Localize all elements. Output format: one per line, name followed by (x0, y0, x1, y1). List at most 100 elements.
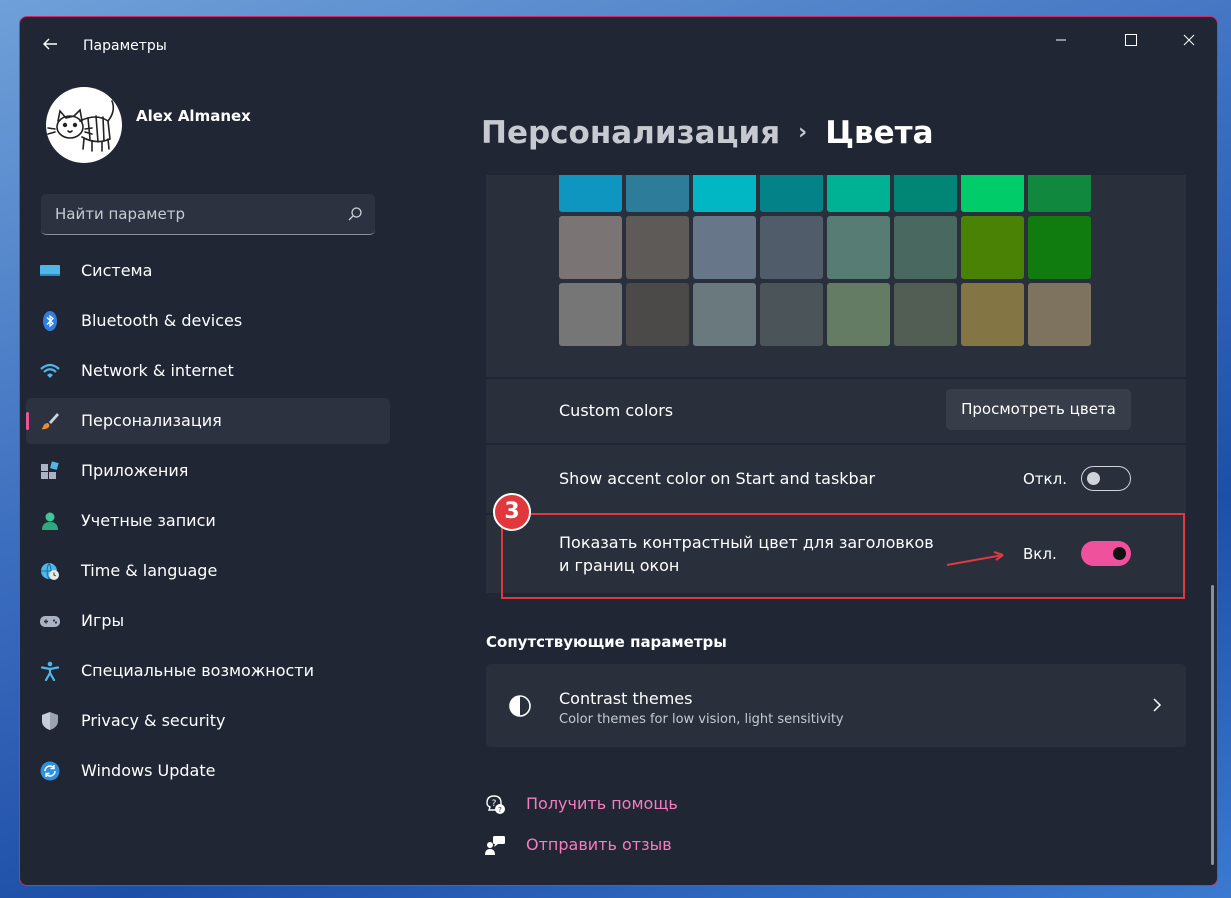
minimize-icon (1056, 39, 1066, 41)
accent-start-toggle[interactable] (1081, 466, 1131, 491)
accent-color-grid (559, 175, 1091, 346)
custom-colors-label: Custom colors (559, 401, 674, 420)
chevron-right-icon (1153, 698, 1162, 712)
color-swatch[interactable] (760, 175, 823, 212)
sidebar-item-label: Специальные возможности (81, 661, 315, 680)
sidebar-item-label: Time & language (81, 561, 218, 580)
toggle-knob (1087, 472, 1100, 485)
color-swatch[interactable] (559, 283, 622, 346)
custom-colors-row: Custom colors Просмотреть цвета (486, 379, 1186, 443)
color-swatch[interactable] (626, 283, 689, 346)
toggle-state-text: Откл. (1023, 470, 1067, 488)
sidebar-item-windows-update[interactable]: Windows Update (26, 748, 390, 794)
breadcrumb-separator: › (798, 120, 808, 145)
sidebar-item-accessibility[interactable]: Специальные возможности (26, 648, 390, 694)
globe-clock-icon (41, 562, 59, 580)
color-swatch[interactable] (559, 216, 622, 279)
update-icon (40, 761, 60, 781)
view-colors-button[interactable]: Просмотреть цвета (946, 389, 1131, 430)
color-swatch[interactable] (1028, 283, 1091, 346)
annotation-step-badge: 3 (493, 493, 531, 531)
sidebar-item-label: Учетные записи (81, 511, 216, 530)
gamepad-icon (40, 616, 60, 627)
color-swatch[interactable] (827, 175, 890, 212)
color-swatch[interactable] (827, 216, 890, 279)
accent-start-taskbar-label: Show accent color on Start and taskbar (559, 469, 876, 488)
annotation-highlight-box (501, 513, 1185, 599)
sidebar-item-gaming[interactable]: Игры (26, 598, 390, 644)
sidebar-item-personalization[interactable]: Персонализация (26, 398, 390, 444)
annotation-arrow-icon (946, 551, 1004, 566)
color-swatch[interactable] (760, 216, 823, 279)
back-arrow-icon (43, 38, 57, 50)
wifi-icon (40, 363, 60, 378)
page-title: Цвета (825, 115, 934, 151)
color-swatch[interactable] (961, 175, 1024, 212)
scrollbar[interactable] (1211, 585, 1214, 865)
bluetooth-icon (43, 311, 57, 331)
color-swatch[interactable] (894, 216, 957, 279)
feedback-icon (485, 836, 505, 855)
color-swatch[interactable] (760, 283, 823, 346)
sidebar-item-label: Система (81, 261, 153, 280)
maximize-icon (1125, 34, 1137, 46)
sidebar-item-network[interactable]: Network & internet (26, 348, 390, 394)
accent-start-taskbar-row: Show accent color on Start and taskbar О… (486, 445, 1186, 513)
sidebar-item-label: Network & internet (81, 361, 234, 380)
avatar[interactable] (46, 87, 122, 163)
color-swatch[interactable] (827, 283, 890, 346)
get-help-text[interactable]: Получить помощь (526, 794, 678, 813)
contrast-themes-card[interactable]: Contrast themes Color themes for low vis… (486, 664, 1186, 747)
breadcrumb-parent[interactable]: Персонализация (481, 115, 780, 151)
color-swatch[interactable] (1028, 216, 1091, 279)
help-icon: ?? (486, 795, 505, 814)
sidebar-item-bluetooth[interactable]: Bluetooth & devices (26, 298, 390, 344)
sidebar-nav: Система Bluetooth & devices Network & in… (26, 248, 390, 798)
sidebar-item-privacy[interactable]: Privacy & security (26, 698, 390, 744)
send-feedback-text[interactable]: Отправить отзыв (526, 835, 672, 854)
color-swatch[interactable] (693, 216, 756, 279)
color-swatch[interactable] (626, 175, 689, 212)
sidebar-item-label: Windows Update (81, 761, 216, 780)
title-bar: Параметры (20, 17, 1217, 77)
color-swatch[interactable] (626, 216, 689, 279)
sidebar-item-accounts[interactable]: Учетные записи (26, 498, 390, 544)
sidebar-item-time-language[interactable]: Time & language (26, 548, 390, 594)
brush-icon (41, 413, 59, 430)
active-indicator (26, 412, 29, 430)
person-icon (42, 512, 58, 530)
monitor-icon (40, 265, 60, 276)
close-button[interactable] (1166, 25, 1212, 55)
related-settings-title: Сопутствующие параметры (486, 633, 727, 651)
sidebar-item-apps[interactable]: Приложения (26, 448, 390, 494)
sidebar-item-label: Персонализация (81, 411, 222, 430)
app-title: Параметры (83, 38, 167, 54)
shield-icon (42, 712, 58, 730)
back-button[interactable] (38, 35, 62, 59)
close-icon (1183, 34, 1195, 46)
svg-text:?: ? (498, 806, 502, 814)
cat-avatar-icon (47, 100, 115, 152)
search-input[interactable]: Найти параметр (55, 205, 185, 223)
search-box[interactable]: Найти параметр (41, 194, 375, 235)
sidebar-item-label: Приложения (81, 461, 189, 480)
maximize-button[interactable] (1108, 25, 1154, 55)
color-swatch[interactable] (693, 283, 756, 346)
color-swatch[interactable] (1028, 175, 1091, 212)
color-swatch[interactable] (559, 175, 622, 212)
color-swatch[interactable] (961, 216, 1024, 279)
color-swatch-panel (486, 175, 1186, 377)
apps-icon (41, 461, 59, 479)
color-swatch[interactable] (894, 283, 957, 346)
color-swatch[interactable] (894, 175, 957, 212)
sidebar-item-label: Privacy & security (81, 711, 226, 730)
contrast-themes-subtitle: Color themes for low vision, light sensi… (559, 712, 844, 727)
sidebar-item-label: Bluetooth & devices (81, 311, 243, 330)
search-icon[interactable] (347, 206, 363, 222)
sidebar-item-system[interactable]: Система (26, 248, 390, 294)
username: Alex Almanex (136, 107, 251, 125)
minimize-button[interactable] (1038, 25, 1084, 55)
color-swatch[interactable] (693, 175, 756, 212)
sidebar-item-label: Игры (81, 611, 125, 630)
color-swatch[interactable] (961, 283, 1024, 346)
